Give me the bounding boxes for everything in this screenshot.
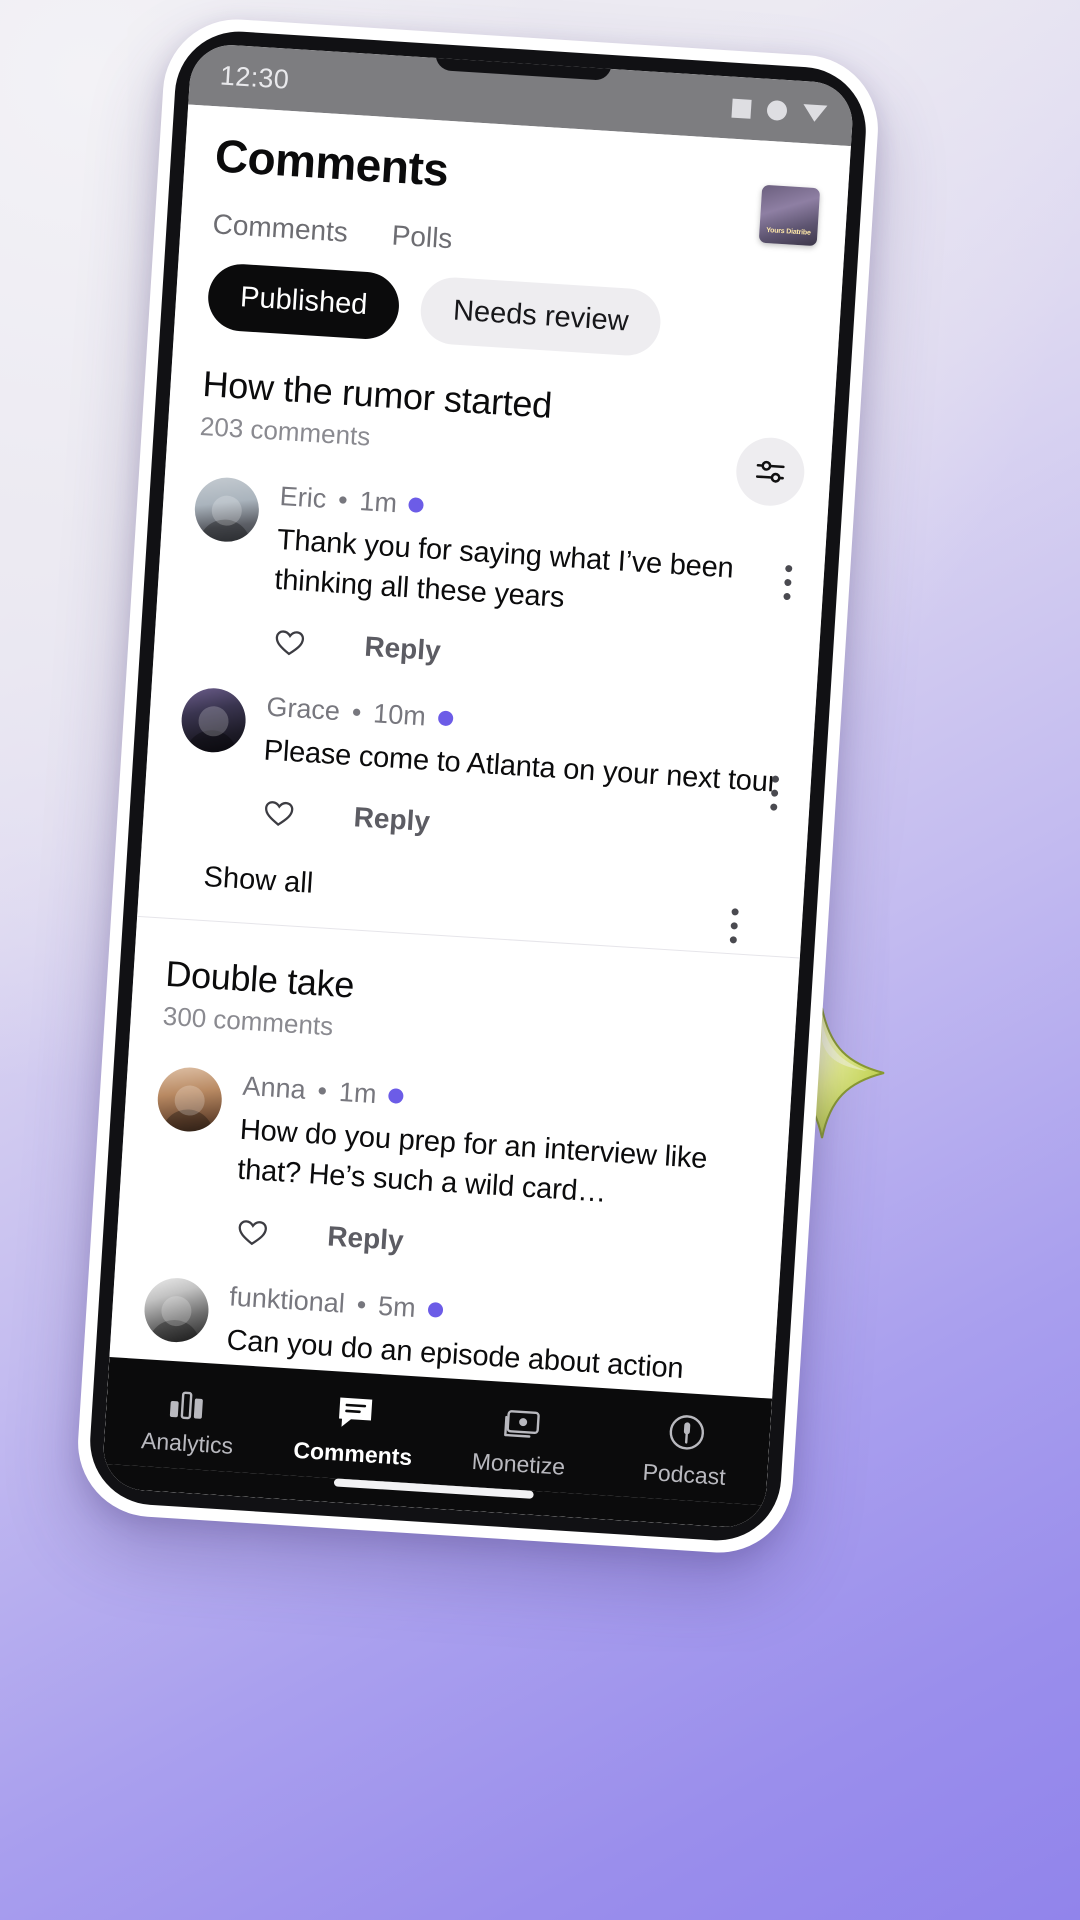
meta-separator: • xyxy=(337,484,349,516)
phone-mockup: 12:30 Comments Yours Diatribe Comments P… xyxy=(73,15,883,1557)
kebab-dot xyxy=(771,775,780,783)
unread-dot-icon xyxy=(427,1301,444,1318)
heart-icon[interactable] xyxy=(272,624,308,660)
heart-icon[interactable] xyxy=(261,795,297,831)
comment-body: Eric • 1m Thank you for saying what I’ve… xyxy=(270,481,796,690)
show-all-button[interactable]: Show all xyxy=(203,861,314,900)
reply-button[interactable]: Reply xyxy=(364,631,442,668)
triangle-down-icon xyxy=(802,103,828,123)
kebab-dot xyxy=(784,578,792,587)
monetize-icon xyxy=(499,1400,543,1443)
kebab-dot xyxy=(731,908,739,916)
comment-overflow-menu-button[interactable] xyxy=(764,769,786,817)
comment-item: Anna • 1m How do you prep for an intervi… xyxy=(149,1065,759,1280)
status-bar-icons xyxy=(731,98,828,124)
square-icon xyxy=(731,98,752,119)
comment-timestamp: 5m xyxy=(377,1290,417,1324)
kebab-dot xyxy=(785,564,793,573)
kebab-dot xyxy=(783,592,791,601)
tab-polls[interactable]: Polls xyxy=(391,220,454,256)
bar-chart-icon xyxy=(168,1379,212,1422)
meta-separator: • xyxy=(350,696,363,728)
unread-dot-icon xyxy=(437,710,454,727)
nav-label: Podcast xyxy=(641,1458,727,1490)
comment-author: funktional xyxy=(228,1281,346,1319)
meta-separator: • xyxy=(316,1075,328,1107)
nav-label: Analytics xyxy=(140,1427,234,1459)
comment-bubble-icon xyxy=(334,1389,376,1431)
kebab-dot xyxy=(730,922,738,930)
microphone-icon xyxy=(667,1410,707,1452)
nav-item-podcast[interactable]: Podcast xyxy=(600,1406,771,1493)
comment-author: Grace xyxy=(265,691,341,727)
nav-item-analytics[interactable]: Analytics xyxy=(103,1375,274,1462)
avatar[interactable] xyxy=(192,475,261,544)
comment-timestamp: 1m xyxy=(338,1076,378,1110)
kebab-dot xyxy=(770,803,778,811)
circle-icon xyxy=(766,99,788,122)
phone-screen: 12:30 Comments Yours Diatribe Comments P… xyxy=(101,42,855,1530)
comment-overflow-menu-button[interactable] xyxy=(777,559,799,607)
comment-section: How the rumor started 203 comments Eric … xyxy=(139,327,837,944)
comment-author: Eric xyxy=(278,481,328,514)
comment-actions: Reply xyxy=(270,624,787,690)
avatar[interactable] xyxy=(155,1065,224,1134)
show-artwork-thumbnail[interactable]: Yours Diatribe xyxy=(758,184,821,247)
kebab-dot xyxy=(770,789,779,797)
comments-screen: Comments Yours Diatribe Comments Polls P… xyxy=(101,104,851,1530)
avatar[interactable] xyxy=(179,686,248,755)
reply-button[interactable]: Reply xyxy=(326,1221,404,1258)
kebab-dot xyxy=(729,936,738,944)
comment-body: Anna • 1m How do you prep for an intervi… xyxy=(233,1071,759,1280)
comment-timestamp: 1m xyxy=(358,486,398,519)
filter-pill-published[interactable]: Published xyxy=(206,262,402,342)
avatar[interactable] xyxy=(142,1276,211,1345)
comment-author: Anna xyxy=(241,1070,307,1105)
comment-actions: Reply xyxy=(233,1214,750,1280)
nav-label: Comments xyxy=(292,1436,413,1471)
section-overflow-menu-button[interactable] xyxy=(723,902,745,950)
nav-item-monetize[interactable]: Monetize xyxy=(435,1396,606,1483)
status-bar-time: 12:30 xyxy=(219,59,291,95)
meta-separator: • xyxy=(355,1289,368,1321)
comment-item: Eric • 1m Thank you for saying what I’ve… xyxy=(186,475,799,690)
unread-dot-icon xyxy=(387,1088,404,1104)
reply-button[interactable]: Reply xyxy=(353,801,431,838)
heart-icon[interactable] xyxy=(235,1214,271,1250)
comment-section: Double take 300 comments Anna • 1m How d… xyxy=(109,915,800,1399)
nav-item-comments[interactable]: Comments xyxy=(269,1385,440,1472)
comments-feed[interactable]: How the rumor started 203 comments Eric … xyxy=(109,327,836,1399)
unread-dot-icon xyxy=(408,497,425,514)
nav-label: Monetize xyxy=(471,1447,566,1480)
comment-timestamp: 10m xyxy=(372,698,427,732)
